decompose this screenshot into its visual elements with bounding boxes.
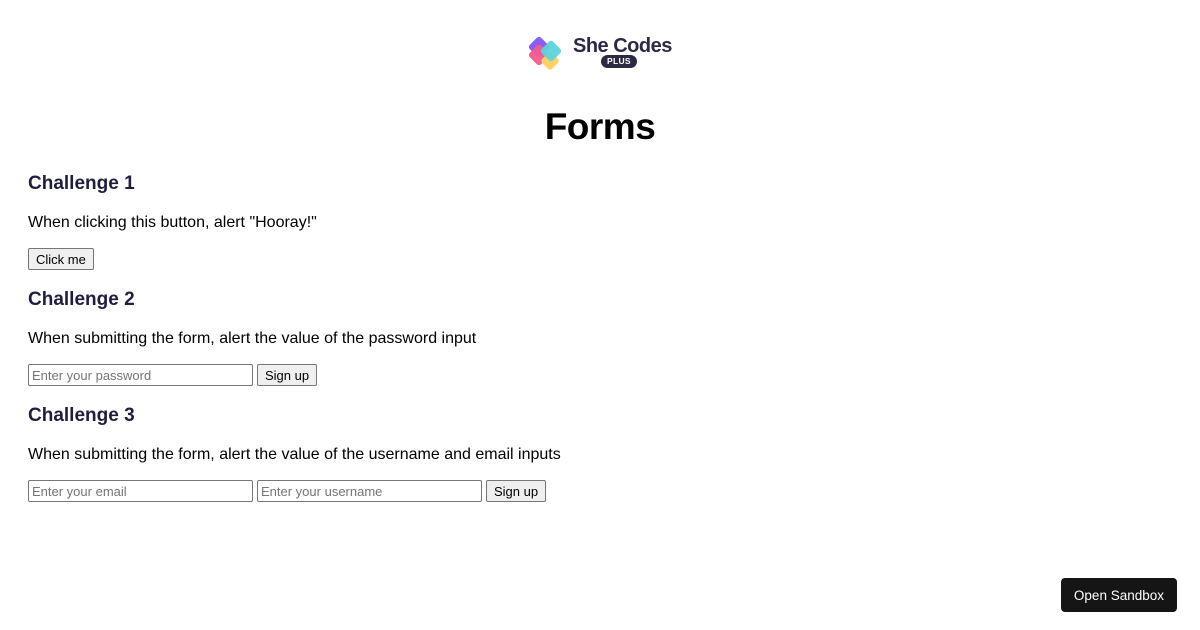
click-me-button[interactable]: Click me [28, 248, 94, 270]
challenge-2-description: When submitting the form, alert the valu… [28, 330, 477, 347]
challenge-3-heading: Challenge 3 [28, 405, 135, 426]
page: She Codes PLUS Forms Challenge 1 When cl… [0, 0, 1200, 630]
shecodes-logo[interactable]: She Codes PLUS [527, 33, 677, 73]
challenge-1-description: When clicking this button, alert "Hooray… [28, 214, 317, 231]
challenge-2: Challenge 2 When submitting the form, al… [28, 288, 1128, 386]
open-sandbox-button[interactable]: Open Sandbox [1060, 578, 1177, 612]
logo-plus-badge: PLUS [601, 55, 637, 68]
challenge-3: Challenge 3 When submitting the form, al… [28, 404, 1128, 502]
logo-mark-icon [528, 36, 562, 70]
challenge-1: Challenge 1 When clicking this button, a… [28, 172, 1128, 270]
challenge-1-row: Click me [28, 248, 1128, 270]
password-signup-button[interactable]: Sign up [257, 364, 318, 386]
signup-button[interactable]: Sign up [486, 480, 547, 502]
password-input[interactable] [28, 364, 253, 386]
signup-form: Sign up [28, 480, 1128, 502]
challenge-3-description: When submitting the form, alert the valu… [28, 446, 561, 463]
email-input[interactable] [28, 480, 253, 502]
page-title: Forms [544, 106, 656, 147]
password-form: Sign up [28, 364, 1128, 386]
challenge-2-heading: Challenge 2 [28, 289, 135, 310]
challenges-container: Challenge 1 When clicking this button, a… [28, 172, 1128, 520]
username-input[interactable] [257, 480, 482, 502]
challenge-1-heading: Challenge 1 [28, 173, 135, 194]
